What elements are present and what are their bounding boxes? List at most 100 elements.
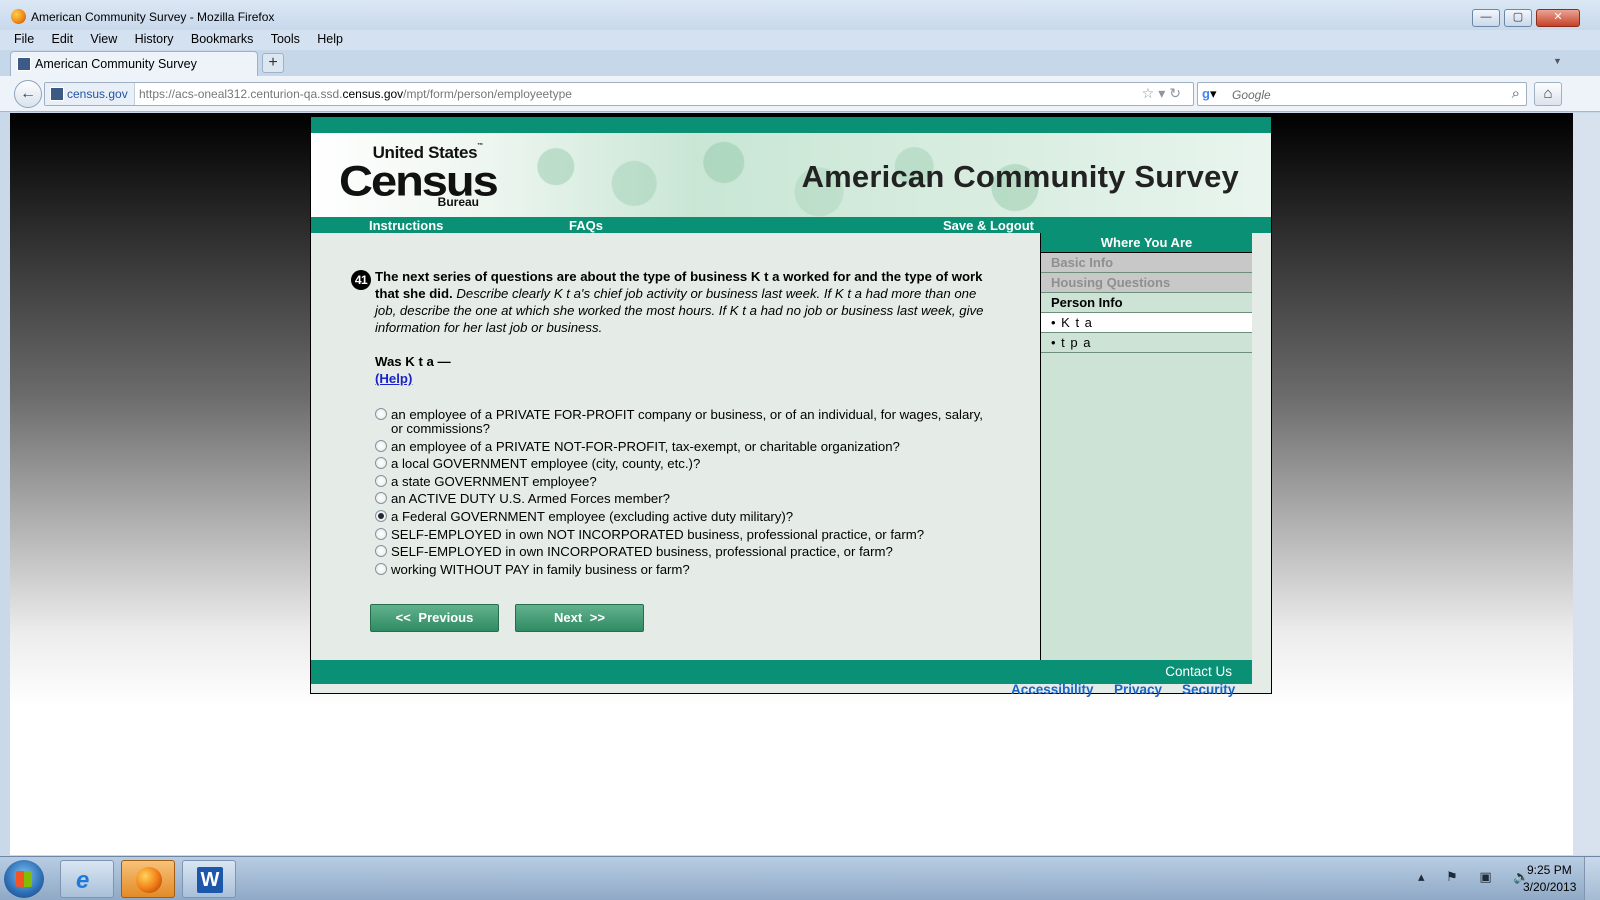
history-dropdown-icon[interactable]: ▾ [1158, 85, 1169, 101]
option-label: a local GOVERNMENT employee (city, count… [391, 456, 701, 472]
url-bar[interactable]: census.gov https://acs-oneal312.centurio… [44, 82, 1194, 106]
radio-button[interactable] [375, 439, 387, 452]
start-button[interactable] [4, 860, 44, 898]
minimize-button[interactable]: — [1472, 9, 1500, 27]
option-active-duty[interactable]: an ACTIVE DUTY U.S. Armed Forces member? [375, 492, 995, 506]
help-link[interactable]: (Help) [375, 371, 412, 386]
option-federal-government[interactable]: a Federal GOVERNMENT employee (excluding… [375, 509, 995, 524]
option-label: working WITHOUT PAY in family business o… [391, 561, 690, 577]
taskbar-firefox[interactable] [121, 860, 175, 898]
back-arrow-icon: ← [20, 85, 36, 102]
menu-edit[interactable]: Edit [52, 32, 74, 46]
radio-button[interactable] [375, 408, 387, 420]
menu-file[interactable]: File [14, 32, 34, 46]
radio-button[interactable] [375, 562, 387, 575]
internet-explorer-icon: e [76, 867, 90, 894]
option-local-government[interactable]: a local GOVERNMENT employee (city, count… [375, 457, 995, 471]
census-bureau-logo: United States™ Census Bureau [339, 143, 499, 209]
windows-logo-icon [16, 871, 32, 887]
option-self-employed-not-incorporated[interactable]: SELF-EMPLOYED in own NOT INCORPORATED bu… [375, 526, 995, 542]
question-instructions: Describe clearly K t a's chief job activ… [375, 286, 984, 335]
maximize-button[interactable]: ▢ [1504, 9, 1532, 27]
radio-button[interactable] [375, 545, 387, 558]
option-without-pay[interactable]: working WITHOUT PAY in family business o… [375, 561, 995, 577]
nav-save-logout-link[interactable]: Save & Logout [943, 218, 1034, 233]
logo-bureau: Bureau [437, 195, 479, 209]
home-icon: ⌂ [1543, 85, 1553, 102]
option-label: a state GOVERNMENT employee? [391, 473, 597, 489]
survey-title: American Community Survey [801, 159, 1239, 194]
site-favicon-icon [50, 87, 64, 101]
url-text[interactable]: https://acs-oneal312.centurion-qa.ssd.ce… [139, 87, 572, 101]
option-private-not-for-profit[interactable]: an employee of a PRIVATE NOT-FOR-PROFIT,… [375, 438, 995, 454]
survey-footer: Contact Us [311, 660, 1252, 684]
option-label: an employee of a PRIVATE NOT-FOR-PROFIT,… [391, 438, 900, 454]
search-magnifier-icon[interactable]: ⌕ [1512, 85, 1520, 102]
security-link[interactable]: Security [1182, 682, 1235, 697]
clock-date[interactable]: 3/20/2013 [1523, 880, 1576, 894]
menu-bar: File Edit View History Bookmarks Tools H… [0, 30, 1600, 50]
census-survey-frame: United States™ Census Bureau American Co… [310, 116, 1272, 694]
tab-strip: American Community Survey + ▼ [0, 50, 1600, 76]
radio-button-selected[interactable] [375, 509, 387, 522]
contact-us-link[interactable]: Contact Us [1165, 664, 1232, 679]
option-label: an employee of a PRIVATE FOR-PROFIT comp… [391, 407, 983, 436]
taskbar-internet-explorer[interactable]: e [60, 860, 114, 898]
firefox-icon [11, 9, 26, 24]
sidebar-item-person-tpa[interactable]: • t p a [1041, 333, 1252, 353]
tab-list-chevron-icon[interactable]: ▼ [1553, 56, 1562, 66]
radio-button[interactable] [375, 492, 387, 505]
windows-taskbar: e W ▴ ⚑ ▣ 🔊 9:25 PM 3/20/2013 [0, 856, 1600, 900]
menu-history[interactable]: History [135, 32, 174, 46]
question-prompt: Was K t a — [375, 354, 451, 369]
navigation-toolbar: ← census.gov https://acs-oneal312.centur… [0, 76, 1600, 112]
question-text: The next series of questions are about t… [375, 268, 987, 336]
word-icon: W [197, 867, 223, 893]
menu-bookmarks[interactable]: Bookmarks [191, 32, 254, 46]
menu-tools[interactable]: Tools [271, 32, 300, 46]
sidebar-item-person-kta[interactable]: • K t a [1041, 313, 1252, 333]
survey-nav: Instructions FAQs Save & Logout [311, 217, 1271, 233]
page-viewport: United States™ Census Bureau American Co… [10, 113, 1573, 855]
option-label: SELF-EMPLOYED in own NOT INCORPORATED bu… [391, 526, 925, 542]
option-private-for-profit[interactable]: an employee of a PRIVATE FOR-PROFIT comp… [375, 408, 995, 436]
top-stripe [311, 117, 1271, 133]
radio-button[interactable] [375, 457, 387, 470]
search-input[interactable]: Google [1232, 88, 1271, 102]
bookmark-star-icon[interactable]: ☆ [1142, 85, 1159, 101]
reload-icon[interactable]: ↻ [1169, 85, 1185, 101]
clock-time[interactable]: 9:25 PM [1527, 863, 1572, 877]
sidebar-title: Where You Are [1041, 233, 1252, 253]
sidebar-item-housing-questions: Housing Questions [1041, 273, 1252, 293]
next-button[interactable]: Next >> [515, 604, 644, 632]
url-prefix: https://acs-oneal312.centurion-qa.ssd. [139, 87, 343, 101]
back-button[interactable]: ← [14, 80, 42, 108]
option-state-government[interactable]: a state GOVERNMENT employee? [375, 473, 995, 489]
home-button[interactable]: ⌂ [1534, 82, 1562, 106]
site-identity-button[interactable]: census.gov [45, 83, 135, 105]
privacy-link[interactable]: Privacy [1114, 682, 1162, 697]
close-button[interactable]: ✕ [1536, 9, 1580, 27]
accessibility-link[interactable]: Accessibility [1011, 682, 1094, 697]
menu-help[interactable]: Help [317, 32, 343, 46]
menu-view[interactable]: View [90, 32, 117, 46]
previous-button[interactable]: << Previous [370, 604, 499, 632]
search-bar[interactable]: g▾ Google ⌕ [1197, 82, 1527, 106]
logo-trademark: ™ [477, 143, 483, 149]
option-label: an ACTIVE DUTY U.S. Armed Forces member? [391, 491, 670, 507]
radio-button[interactable] [375, 474, 387, 487]
where-you-are-sidebar: Where You Are Basic Info Housing Questio… [1040, 233, 1252, 660]
employment-type-options: an employee of a PRIVATE FOR-PROFIT comp… [375, 408, 995, 580]
show-desktop-button[interactable] [1584, 857, 1600, 900]
scrollbar-gutter [1573, 113, 1600, 855]
option-label: SELF-EMPLOYED in own INCORPORATED busine… [391, 544, 893, 560]
tab-american-community-survey[interactable]: American Community Survey [10, 51, 258, 76]
google-icon[interactable]: g▾ [1202, 87, 1218, 101]
radio-button[interactable] [375, 527, 387, 540]
nav-instructions-link[interactable]: Instructions [369, 218, 443, 233]
system-tray-icons[interactable]: ▴ ⚑ ▣ 🔊 [1418, 869, 1538, 885]
new-tab-button[interactable]: + [262, 53, 284, 73]
nav-faqs-link[interactable]: FAQs [569, 218, 603, 233]
taskbar-word[interactable]: W [182, 860, 236, 898]
option-self-employed-incorporated[interactable]: SELF-EMPLOYED in own INCORPORATED busine… [375, 545, 995, 559]
